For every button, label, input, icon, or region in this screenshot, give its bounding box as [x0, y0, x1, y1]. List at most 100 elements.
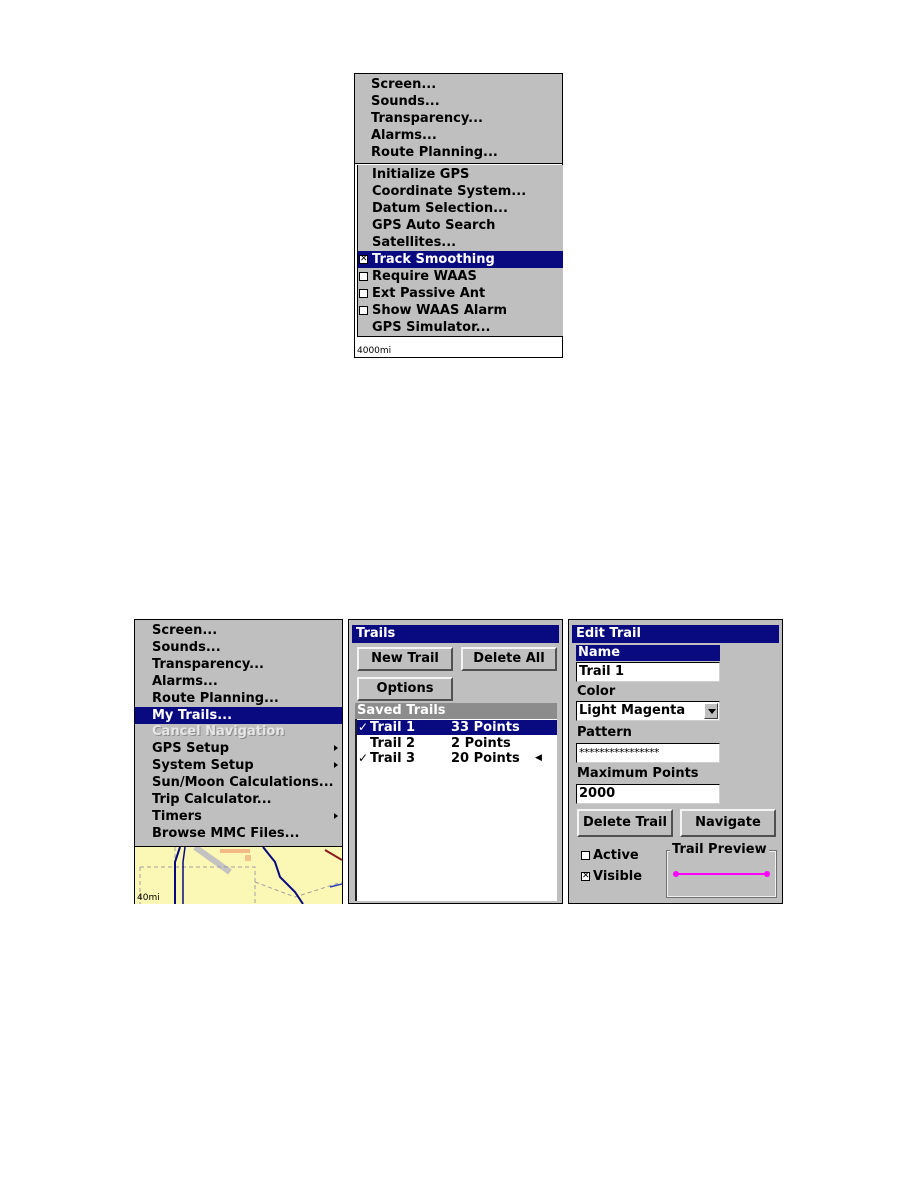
checked-box-icon[interactable]: ✕ — [359, 255, 368, 264]
menu-item-label: Satellites... — [372, 235, 457, 250]
menu-item-label: System Setup — [152, 758, 254, 774]
color-select[interactable]: Light Magenta — [576, 701, 720, 721]
chevron-down-icon[interactable] — [704, 703, 718, 719]
name-field[interactable]: Trail 1 — [576, 662, 720, 682]
menu-item-label: Ext Passive Ant — [372, 286, 486, 301]
menu-item[interactable]: Coordinate System... — [358, 183, 563, 200]
dialog-title: Trails — [352, 625, 559, 643]
trail-preview-label: Trail Preview — [670, 842, 769, 857]
menu-item[interactable]: ✕ Track Smoothing — [358, 251, 563, 268]
trail-preview-line — [673, 871, 770, 877]
name-label: Name — [576, 645, 720, 661]
menu-item-label: Trip Calculator... — [152, 792, 272, 807]
menu-item-label: Sounds... — [152, 639, 221, 655]
menu-item-label: Require WAAS — [372, 269, 477, 284]
menu-item-label: Coordinate System... — [372, 184, 527, 199]
gps-setup-menu-screen: Screen... Sounds... Transparency... Alarms.… — [354, 73, 563, 358]
color-select-value: Light Magenta — [579, 703, 686, 718]
menu-item[interactable]: Sounds... — [135, 639, 342, 656]
menu-item[interactable]: Screen... — [135, 622, 342, 639]
menu-group-2: Initialize GPS Coordinate System... Datum … — [357, 165, 563, 337]
menu-item-label: Transparency... — [152, 656, 264, 672]
menu-item[interactable]: Screen... — [355, 76, 562, 93]
menu-item-label: Initialize GPS — [372, 167, 470, 182]
dialog-title: Edit Trail — [572, 625, 779, 643]
trail-name: Trail 3 — [370, 751, 416, 766]
navigate-button[interactable]: Navigate — [680, 809, 776, 837]
active-label: Active — [593, 848, 639, 863]
menu-item[interactable]: GPS Simulator... — [358, 319, 563, 336]
map-area — [135, 846, 342, 904]
menu-item[interactable]: My Trails... — [135, 706, 342, 724]
saved-trails-header: Saved Trails — [355, 703, 557, 719]
delete-trail-button[interactable]: Delete Trail — [577, 809, 673, 837]
map-scale-label: 4000mi — [357, 346, 392, 356]
visible-label: Visible — [593, 869, 643, 884]
trail-points: 33 Points — [451, 720, 520, 735]
menu-item-label: Datum Selection... — [372, 201, 508, 216]
menu-item[interactable]: Satellites... — [358, 234, 563, 251]
menu-item-label: Screen... — [152, 623, 218, 638]
menu-item[interactable]: Transparency... — [355, 110, 562, 127]
trail-points: 20 Points — [451, 751, 520, 766]
menu-item-label: Route Planning... — [152, 690, 279, 706]
menu-item[interactable]: Trip Calculator... — [135, 791, 342, 808]
unchecked-box-icon[interactable] — [359, 272, 368, 281]
menu-item[interactable]: Ext Passive Ant — [358, 285, 563, 302]
pattern-field[interactable]: **************** — [576, 743, 720, 763]
menu-item[interactable]: Datum Selection... — [358, 200, 563, 217]
active-checkbox[interactable] — [581, 851, 590, 860]
menu-item-label: GPS Setup — [152, 741, 230, 757]
max-points-field[interactable]: 2000 — [576, 784, 720, 804]
menu-item[interactable]: Route Planning... — [355, 144, 562, 161]
color-label: Color — [577, 684, 616, 699]
menu-item[interactable]: Initialize GPS — [358, 166, 563, 183]
menu-item-label: Browse MMC Files... — [152, 825, 300, 841]
trail-row[interactable]: Trail 2 2 Points — [357, 736, 557, 751]
menu-item-label: My Trails... — [152, 707, 233, 723]
menu-item[interactable]: Timers — [135, 808, 342, 825]
pattern-label: Pattern — [577, 725, 632, 740]
menu-item[interactable]: Show WAAS Alarm — [358, 302, 563, 319]
edit-trail-dialog: Edit Trail Name Trail 1 Color Light Mage… — [568, 619, 783, 904]
map-scale-label: 40mi — [137, 893, 160, 903]
menu-item-label: Timers — [152, 808, 202, 824]
new-trail-button[interactable]: New Trail — [357, 647, 453, 671]
menu-item[interactable]: Route Planning... — [135, 690, 342, 707]
menu-item-label: Sun/Moon Calculations... — [152, 775, 334, 791]
submenu-arrow-icon — [334, 762, 338, 769]
menu-item-label: Alarms... — [152, 673, 218, 689]
menu-item[interactable]: Require WAAS — [358, 268, 563, 285]
menu-item[interactable]: Browse MMC Files... — [135, 825, 342, 842]
main-menu-screen: Screen... Sounds... Transparency... Alarms.… — [134, 619, 343, 904]
menu-item[interactable]: Sounds... — [355, 93, 562, 110]
menu-item-label: Cancel Navigation — [152, 724, 285, 740]
pointer-arrow-icon: ◀ — [535, 753, 542, 763]
saved-trails-list[interactable]: ✓ Trail 1 33 Points Trail 2 2 Points ✓ Trail 3… — [355, 719, 557, 901]
trail-name: Trail 1 — [370, 720, 416, 735]
menu-item: Cancel Navigation — [135, 723, 342, 740]
trail-points: 2 Points — [451, 735, 511, 751]
visible-checkbox[interactable]: ✕ — [581, 872, 590, 881]
menu-item-label: GPS Auto Search — [372, 218, 496, 233]
menu-item[interactable]: GPS Setup — [135, 740, 342, 757]
menu-group-1: Screen... Sounds... Transparency... Alarms.… — [355, 74, 562, 164]
trail-name: Trail 2 — [370, 735, 416, 751]
menu-item[interactable]: GPS Auto Search — [358, 217, 563, 234]
menu-item[interactable]: Transparency... — [135, 656, 342, 673]
menu-item-label: Show WAAS Alarm — [372, 303, 508, 318]
map-graphic — [139, 847, 342, 904]
menu-item[interactable]: Alarms... — [355, 127, 562, 144]
submenu-arrow-icon — [334, 812, 338, 819]
unchecked-box-icon[interactable] — [359, 306, 368, 315]
trail-row[interactable]: ✓ Trail 1 33 Points — [357, 720, 557, 735]
unchecked-box-icon[interactable] — [359, 289, 368, 298]
trail-row[interactable]: ✓ Trail 3 20 Points ◀ — [357, 751, 557, 766]
menu-item[interactable]: Alarms... — [135, 673, 342, 690]
max-points-label: Maximum Points — [577, 766, 699, 781]
checkmark-icon: ✓ — [358, 720, 369, 734]
menu-item[interactable]: System Setup — [135, 757, 342, 774]
options-button[interactable]: Options — [357, 677, 453, 701]
menu-item[interactable]: Sun/Moon Calculations... — [135, 774, 342, 791]
delete-all-button[interactable]: Delete All — [461, 647, 557, 671]
